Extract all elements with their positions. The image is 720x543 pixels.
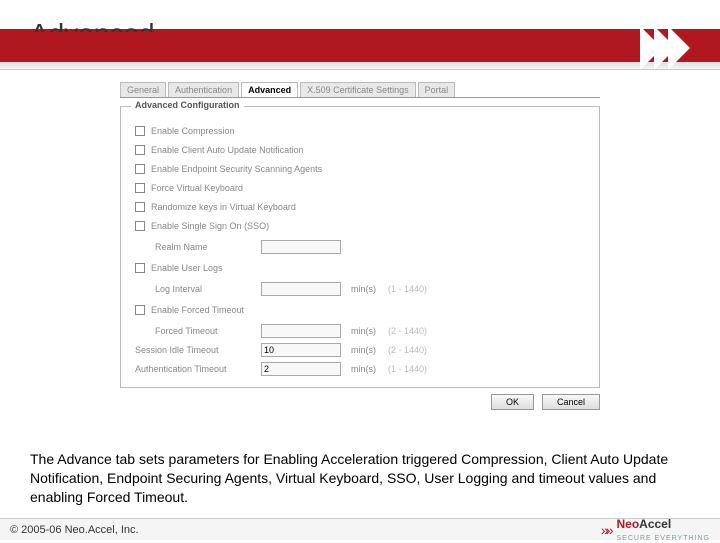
option-label: Enable Endpoint Security Scanning Agents	[151, 164, 322, 174]
unit-label: min(s)	[351, 345, 376, 355]
forced-timeout-input[interactable]	[261, 324, 341, 338]
checkbox-icon[interactable]	[135, 183, 145, 193]
checkbox-icon[interactable]	[135, 164, 145, 174]
logo: »» NeoAccel SECURE EVERYTHING	[601, 517, 710, 543]
logo-brand-2: Accel	[639, 517, 671, 531]
option-label: Enable Client Auto Update Notification	[151, 145, 304, 155]
idle-timeout-input[interactable]	[261, 343, 341, 357]
advanced-config-group: Advanced Configuration Enable Compressio…	[120, 106, 600, 388]
unit-label: min(s)	[351, 364, 376, 374]
group-title: Advanced Configuration	[131, 100, 244, 110]
option-row: Enable Compression	[135, 126, 585, 136]
unit-label: min(s)	[351, 326, 376, 336]
realm-name-label: Realm Name	[155, 242, 255, 252]
slide-header: Advanced	[0, 0, 720, 72]
logo-brand-1: Neo	[617, 517, 640, 531]
auth-timeout-input[interactable]	[261, 362, 341, 376]
tab-general[interactable]: General	[120, 82, 166, 97]
copyright: © 2005-06 Neo.Accel, Inc.	[10, 524, 139, 536]
tab-x-509-certificate-settings[interactable]: X.509 Certificate Settings	[300, 82, 416, 97]
range-label: (2 - 1440)	[388, 326, 427, 336]
tab-bar: GeneralAuthenticationAdvancedX.509 Certi…	[120, 82, 600, 98]
logo-icon: »»	[601, 522, 611, 538]
checkbox-icon[interactable]	[135, 221, 145, 231]
tab-portal[interactable]: Portal	[418, 82, 456, 97]
checkbox-icon[interactable]	[135, 202, 145, 212]
log-interval-label: Log Interval	[155, 284, 255, 294]
footer: © 2005-06 Neo.Accel, Inc. »» NeoAccel SE…	[0, 518, 720, 540]
option-label: Randomize keys in Virtual Keyboard	[151, 202, 296, 212]
forced-timeout-val-label: Forced Timeout	[155, 326, 255, 336]
range-label: (1 - 1440)	[388, 284, 427, 294]
tab-authentication[interactable]: Authentication	[168, 82, 239, 97]
option-label: Enable Compression	[151, 126, 235, 136]
forced-timeout-label: Enable Forced Timeout	[151, 305, 244, 315]
checkbox-icon[interactable]	[135, 126, 145, 136]
checkbox-icon[interactable]	[135, 145, 145, 155]
checkbox-icon[interactable]	[135, 305, 145, 315]
ok-button[interactable]: OK	[491, 394, 534, 410]
option-row: Randomize keys in Virtual Keyboard	[135, 202, 585, 212]
logo-tagline: SECURE EVERYTHING	[617, 535, 711, 542]
checkbox-icon[interactable]	[135, 263, 145, 273]
option-row: Enable Single Sign On (SSO)	[135, 221, 585, 231]
option-row: Enable Client Auto Update Notification	[135, 145, 585, 155]
option-row: Force Virtual Keyboard	[135, 183, 585, 193]
idle-timeout-label: Session Idle Timeout	[135, 345, 255, 355]
chevron-graphic	[648, 26, 690, 70]
option-label: Enable Single Sign On (SSO)	[151, 221, 269, 231]
tab-advanced[interactable]: Advanced	[241, 82, 298, 97]
cancel-button[interactable]: Cancel	[542, 394, 600, 410]
range-label: (1 - 1440)	[388, 364, 427, 374]
user-logs-label: Enable User Logs	[151, 263, 223, 273]
auth-timeout-label: Authentication Timeout	[135, 364, 255, 374]
description-text: The Advance tab sets parameters for Enab…	[30, 450, 690, 507]
realm-name-input[interactable]	[261, 240, 341, 254]
unit-label: min(s)	[351, 284, 376, 294]
option-label: Force Virtual Keyboard	[151, 183, 243, 193]
option-row: Enable Endpoint Security Scanning Agents	[135, 164, 585, 174]
log-interval-input[interactable]	[261, 282, 341, 296]
config-panel: GeneralAuthenticationAdvancedX.509 Certi…	[120, 82, 600, 410]
range-label: (2 - 1440)	[388, 345, 427, 355]
